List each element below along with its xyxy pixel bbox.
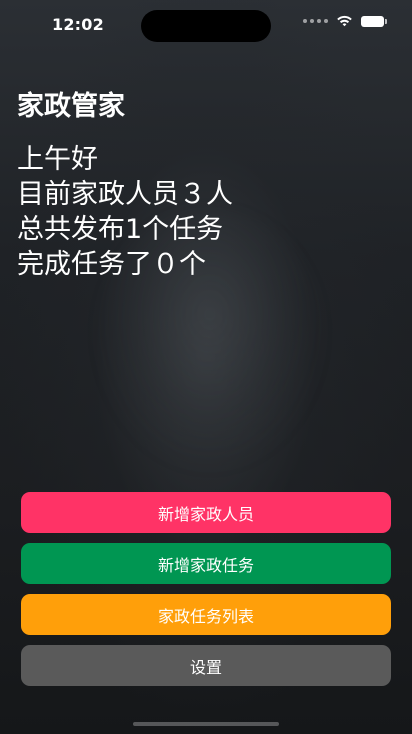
app-screen: 12:02 家政管家 上午好 目前家政人员３人 总共发布1个任务 完成任务了０个…	[0, 0, 412, 734]
staff-count-text: 目前家政人员３人	[17, 179, 233, 210]
main-content: 家政管家 上午好 目前家政人员３人 总共发布1个任务 完成任务了０个	[17, 90, 395, 282]
summary-panel: 上午好 目前家政人员３人 总共发布1个任务 完成任务了０个	[17, 142, 395, 282]
page-title: 家政管家	[17, 91, 125, 122]
published-tasks-text: 总共发布1个任务	[17, 214, 224, 245]
settings-button[interactable]: 设置	[21, 645, 391, 686]
action-buttons: 新增家政人员 新增家政任务 家政任务列表 设置	[21, 492, 391, 686]
wifi-icon	[337, 15, 352, 27]
task-list-button[interactable]: 家政任务列表	[21, 594, 391, 635]
status-icons	[303, 15, 387, 27]
status-time: 12:02	[52, 15, 104, 34]
battery-icon	[361, 15, 387, 27]
signal-dots-icon	[303, 19, 328, 23]
add-task-button[interactable]: 新增家政任务	[21, 543, 391, 584]
dynamic-island	[141, 10, 271, 42]
home-indicator[interactable]	[133, 722, 279, 726]
completed-tasks-text: 完成任务了０个	[17, 249, 206, 280]
status-bar: 12:02	[0, 0, 412, 50]
greeting-text: 上午好	[17, 144, 98, 175]
add-staff-button[interactable]: 新增家政人员	[21, 492, 391, 533]
